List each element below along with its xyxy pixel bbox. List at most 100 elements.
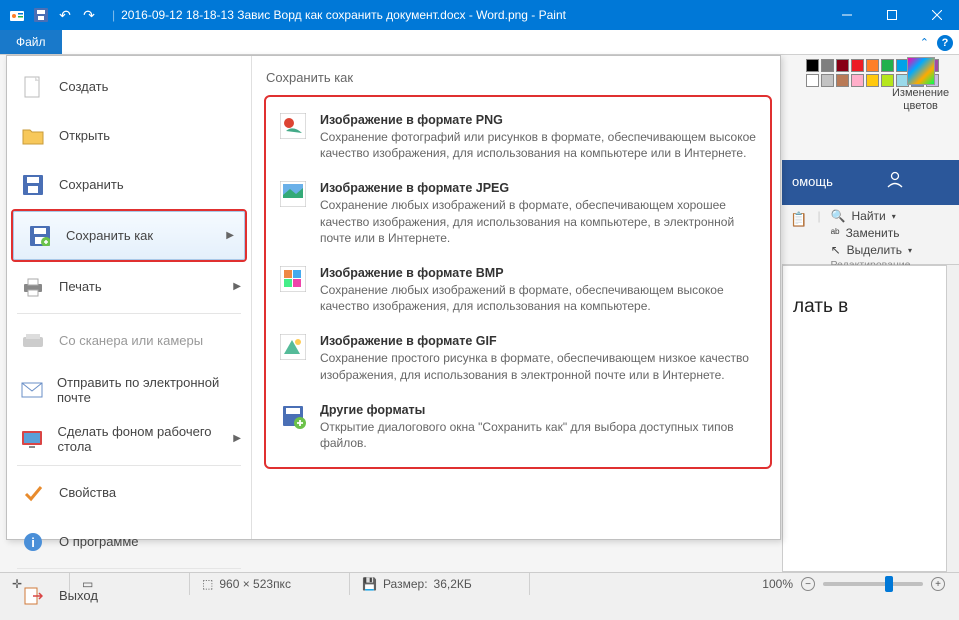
bmp-icon	[280, 266, 306, 292]
color-swatch[interactable]	[806, 59, 819, 72]
close-button[interactable]	[914, 0, 959, 30]
save-icon[interactable]	[30, 4, 52, 26]
email-icon	[21, 378, 43, 402]
scanner-icon	[21, 329, 45, 353]
menu-save[interactable]: Сохранить	[7, 160, 251, 209]
submenu-arrow-icon: ▶	[233, 433, 241, 444]
replace-icon: ᵃᵇ	[831, 226, 840, 240]
color-swatch[interactable]	[836, 74, 849, 87]
file-size-value: 36,2КБ	[434, 577, 472, 591]
jpeg-title: Изображение в формате JPEG	[320, 181, 756, 195]
menu-properties-label: Свойства	[59, 485, 116, 500]
menu-email[interactable]: Отправить по электронной почте	[7, 365, 251, 414]
collapse-ribbon-icon[interactable]: ⌃	[920, 36, 929, 49]
bmp-desc: Сохранение любых изображений в формате, …	[320, 282, 756, 314]
menu-wallpaper-label: Сделать фоном рабочего стола	[57, 424, 237, 454]
zoom-out-button[interactable]: −	[801, 577, 815, 591]
zoom-value: 100%	[762, 577, 793, 591]
save-as-bmp[interactable]: Изображение в формате BMP Сохранение люб…	[266, 256, 770, 324]
menu-exit[interactable]: Выход	[7, 571, 251, 620]
select-label: Выделить	[847, 243, 902, 257]
select-button[interactable]: ↖Выделить▾	[831, 243, 912, 257]
print-icon	[21, 275, 45, 299]
jpeg-icon	[280, 181, 306, 207]
gif-desc: Сохранение простого рисунка в формате, о…	[320, 350, 756, 382]
select-icon: ↖	[831, 243, 841, 257]
save-as-submenu: Сохранить как Изображение в формате PNG …	[252, 56, 780, 539]
submenu-arrow-icon: ▶	[233, 281, 241, 292]
menu-save-as[interactable]: Сохранить как ▶	[13, 211, 245, 260]
edit-colors-label: Изменение цветов	[892, 87, 949, 112]
find-button[interactable]: 🔍Найти▾	[831, 209, 912, 223]
save-as-jpeg[interactable]: Изображение в формате JPEG Сохранение лю…	[266, 171, 770, 256]
disk-icon: 💾	[362, 577, 377, 591]
color-swatch[interactable]	[851, 74, 864, 87]
menu-save-label: Сохранить	[59, 177, 124, 192]
replace-label: Заменить	[846, 226, 900, 240]
other-formats-icon	[280, 403, 306, 429]
menu-scanner-label: Со сканера или камеры	[59, 333, 203, 348]
window-title: 2016-09-12 18-18-13 Завис Ворд как сохра…	[121, 8, 824, 22]
minimize-button[interactable]	[824, 0, 869, 30]
redo-icon[interactable]: ↷	[78, 4, 100, 26]
menu-exit-label: Выход	[59, 588, 98, 603]
png-icon	[280, 113, 306, 139]
paste-dropdown-icon[interactable]: 📋	[790, 211, 807, 228]
save-as-png[interactable]: Изображение в формате PNG Сохранение фот…	[266, 103, 770, 171]
maximize-button[interactable]	[869, 0, 914, 30]
save-as-other[interactable]: Другие форматы Открытие диалогового окна…	[266, 393, 770, 461]
background-document: лать в	[782, 265, 947, 572]
vertical-scrollbar[interactable]	[947, 265, 959, 572]
menu-create[interactable]: Создать	[7, 62, 251, 111]
menu-save-as-label: Сохранить как	[66, 228, 153, 243]
menu-open[interactable]: Открыть	[7, 111, 251, 160]
color-swatch[interactable]	[821, 59, 834, 72]
menu-scanner: Со сканера или камеры	[7, 316, 251, 365]
submenu-arrow-icon: ▶	[226, 230, 234, 241]
file-tab[interactable]: Файл	[0, 30, 62, 54]
zoom-slider-thumb[interactable]	[885, 576, 893, 592]
menu-properties[interactable]: Свойства	[7, 468, 251, 517]
file-menu-list: Создать Открыть Сохранить Сохранить как …	[7, 56, 252, 539]
bmp-title: Изображение в формате BMP	[320, 266, 756, 280]
color-swatch[interactable]	[866, 74, 879, 87]
menu-about-label: О программе	[59, 534, 139, 549]
zoom-slider[interactable]	[823, 582, 923, 586]
zoom-in-button[interactable]: +	[931, 577, 945, 591]
exit-icon	[21, 584, 45, 608]
svg-text:i: i	[31, 535, 35, 550]
titlebar: ↶ ↷ | 2016-09-12 18-18-13 Завис Ворд как…	[0, 0, 959, 30]
save-as-icon	[28, 224, 52, 248]
info-icon: i	[21, 530, 45, 554]
menu-about[interactable]: i О программе	[7, 517, 251, 566]
save-as-gif[interactable]: Изображение в формате GIF Сохранение про…	[266, 324, 770, 392]
jpeg-desc: Сохранение любых изображений в формате, …	[320, 197, 756, 246]
png-desc: Сохранение фотографий или рисунков в фор…	[320, 129, 756, 161]
undo-icon[interactable]: ↶	[54, 4, 76, 26]
new-icon	[21, 75, 45, 99]
find-label: Найти	[852, 209, 886, 223]
gif-icon	[280, 334, 306, 360]
file-size-label: Размер:	[383, 577, 428, 591]
png-title: Изображение в формате PNG	[320, 113, 756, 127]
menu-email-label: Отправить по электронной почте	[57, 375, 237, 405]
menu-print[interactable]: Печать ▶	[7, 262, 251, 311]
quick-access-toolbar: ↶ ↷	[0, 4, 106, 26]
save-floppy-icon	[21, 173, 45, 197]
file-size: 💾 Размер: 36,2КБ	[350, 573, 530, 595]
replace-button[interactable]: ᵃᵇ Заменить	[831, 226, 912, 240]
color-swatch[interactable]	[836, 59, 849, 72]
help-icon[interactable]: ?	[937, 35, 953, 51]
edit-colors-button[interactable]: Изменение цветов	[892, 57, 949, 112]
color-swatch[interactable]	[821, 74, 834, 87]
color-wheel-icon	[907, 57, 935, 85]
color-swatch[interactable]	[806, 74, 819, 87]
window-controls	[824, 0, 959, 30]
color-swatch[interactable]	[851, 59, 864, 72]
submenu-heading: Сохранить как	[256, 66, 780, 95]
file-menu-backstage: Создать Открыть Сохранить Сохранить как …	[6, 55, 781, 540]
menu-wallpaper[interactable]: Сделать фоном рабочего стола ▶	[7, 414, 251, 463]
menu-print-label: Печать	[59, 279, 102, 294]
color-swatch[interactable]	[866, 59, 879, 72]
ribbon-tabstrip: Файл ⌃ ?	[0, 30, 959, 55]
